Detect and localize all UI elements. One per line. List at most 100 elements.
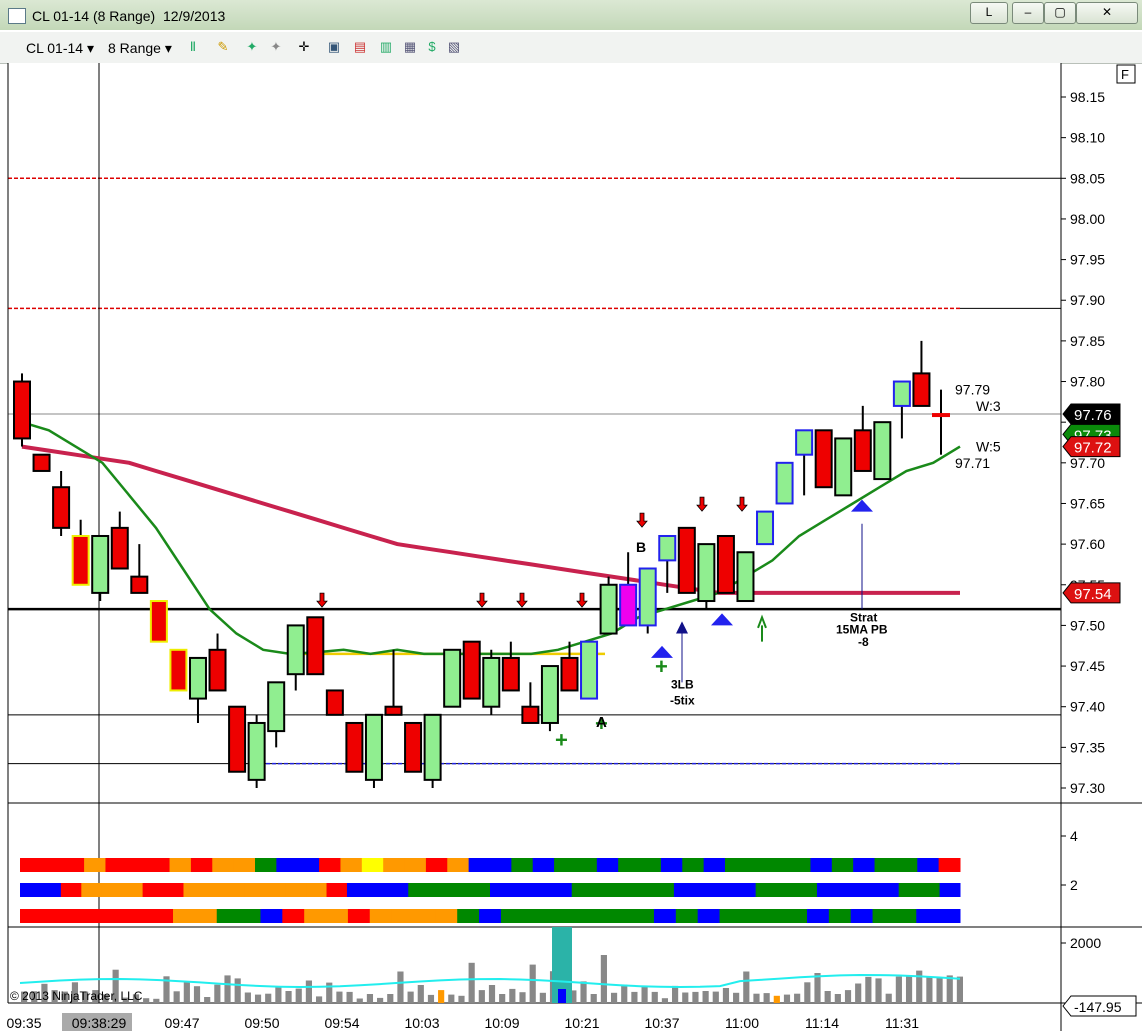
strategy-icon[interactable]: ✦	[268, 39, 284, 55]
label-lo-price: 97.71	[955, 455, 990, 471]
indicator-cell	[391, 909, 414, 923]
annotation-3lb: 3LB	[671, 677, 694, 691]
indicator-cell	[850, 909, 874, 923]
indicator-cell	[468, 858, 491, 872]
indicator-cell	[763, 909, 786, 923]
indicator-cell	[500, 909, 524, 923]
indicator-cell	[632, 909, 655, 923]
indicator-cell	[610, 909, 633, 923]
indicator-cell	[479, 909, 502, 923]
indicator-cell	[84, 858, 106, 872]
volume-bar	[509, 988, 516, 1003]
volume-bar	[224, 975, 231, 1003]
candle-body	[756, 510, 775, 546]
properties-icon[interactable]: ▦	[402, 39, 418, 55]
volume-bar	[468, 962, 475, 1003]
time-label: 09:35	[6, 1015, 41, 1031]
indicator-cell	[41, 909, 65, 923]
indicator-cell	[457, 909, 480, 923]
volume-bar	[397, 971, 404, 1003]
volume-bar	[834, 994, 841, 1003]
price-tick-label: 97.95	[1070, 252, 1105, 268]
time-label: 09:38:29	[72, 1015, 127, 1031]
indicator-cell	[532, 858, 555, 872]
add-indicator-icon[interactable]: ✦	[244, 39, 260, 55]
volume-bar	[438, 990, 445, 1003]
volume-bar	[804, 982, 811, 1003]
indicator-cell	[265, 883, 287, 897]
dollar-icon[interactable]: $	[424, 39, 440, 55]
volume-bar	[448, 994, 455, 1003]
volume-bar	[855, 983, 862, 1003]
indicator-cell	[675, 909, 699, 923]
indicator-cell	[551, 883, 573, 897]
volume-bar	[193, 986, 201, 1003]
crosshair-icon[interactable]: ✛	[296, 39, 312, 55]
volume-bar	[702, 991, 709, 1003]
volume-bar	[387, 994, 394, 1003]
interval-selector[interactable]: 8 Range ▾	[108, 40, 172, 57]
indicator-cell	[703, 858, 726, 872]
price-tick-label: 97.90	[1070, 292, 1105, 308]
minimize-button[interactable]: ‒	[1012, 2, 1044, 24]
copyright-label: © 2013 NinjaTrader, LLC	[10, 989, 143, 1003]
volume-bar	[753, 993, 760, 1003]
indicator-cell	[853, 858, 876, 872]
indicator-cell	[490, 883, 511, 897]
indicator-cell	[60, 883, 82, 897]
indicator-cell	[735, 883, 757, 897]
candle-body	[228, 705, 247, 773]
indicator-cell	[203, 883, 225, 897]
price-chart[interactable]: +++3LB-5tixStrat15MA PB-8AB97.79W:3W:597…	[0, 63, 1142, 1031]
indicator-cell	[816, 883, 838, 897]
maximize-button[interactable]: ▢	[1044, 2, 1076, 24]
candle-body	[110, 526, 129, 570]
indicator-cell	[304, 909, 327, 923]
volume-bar	[254, 994, 262, 1003]
indicator-cell	[142, 883, 164, 897]
indicator-cell	[63, 909, 87, 923]
candle-body	[306, 616, 325, 676]
volume-tick-label: 2000	[1070, 935, 1101, 951]
volume-bar	[905, 975, 913, 1003]
volume-bar	[366, 994, 374, 1003]
indicator-cell	[917, 858, 940, 872]
indicator-cell	[571, 883, 593, 897]
candle-body	[286, 624, 305, 676]
price-tick-label: 97.85	[1070, 333, 1105, 349]
indicator-cell	[746, 858, 769, 872]
indicator-cell	[789, 858, 811, 872]
instrument-selector[interactable]: CL 01-14 ▾	[26, 40, 94, 57]
close-button[interactable]: ✕	[1076, 2, 1138, 24]
time-label: 11:31	[885, 1015, 919, 1031]
indicator-cell	[306, 883, 328, 897]
chart-trader-icon[interactable]: ▤	[352, 39, 368, 55]
bars-type-icon[interactable]: Ⅱ	[185, 39, 201, 55]
volume-bar	[305, 980, 312, 1003]
indicator-cell	[20, 909, 43, 923]
f-button-label: F	[1121, 67, 1129, 82]
indicator-cell	[425, 858, 448, 872]
indicator-cell	[297, 858, 320, 872]
indicator-cell	[447, 858, 470, 872]
pencil-draw-icon[interactable]: ✎	[215, 39, 231, 55]
indicator-cell	[938, 858, 961, 872]
indicator-cell	[725, 858, 747, 872]
indicator-cell	[107, 909, 130, 923]
template-icon[interactable]: ▧	[446, 39, 462, 55]
zoom-icon[interactable]: ▣	[326, 39, 342, 55]
instrument-label: CL 01-14	[26, 40, 84, 56]
candle-body	[892, 380, 911, 407]
lock-button[interactable]: L	[970, 2, 1008, 24]
indicator-cell	[697, 909, 721, 923]
indicator-cell	[694, 883, 716, 897]
volume-bar	[641, 986, 648, 1003]
volume-bar	[946, 975, 953, 1003]
data-box-icon[interactable]: ▥	[378, 39, 394, 55]
indicator-cell	[653, 883, 675, 897]
volume-bar	[539, 992, 546, 1003]
price-tick-label: 98.10	[1070, 130, 1105, 146]
chart-app-icon	[8, 8, 26, 24]
volume-bar	[295, 988, 302, 1003]
chart-area[interactable]: + + +3LB -5tix Strat 15MA PB -8 A B 97.79 W:3 W:5 97…	[0, 63, 1142, 1031]
